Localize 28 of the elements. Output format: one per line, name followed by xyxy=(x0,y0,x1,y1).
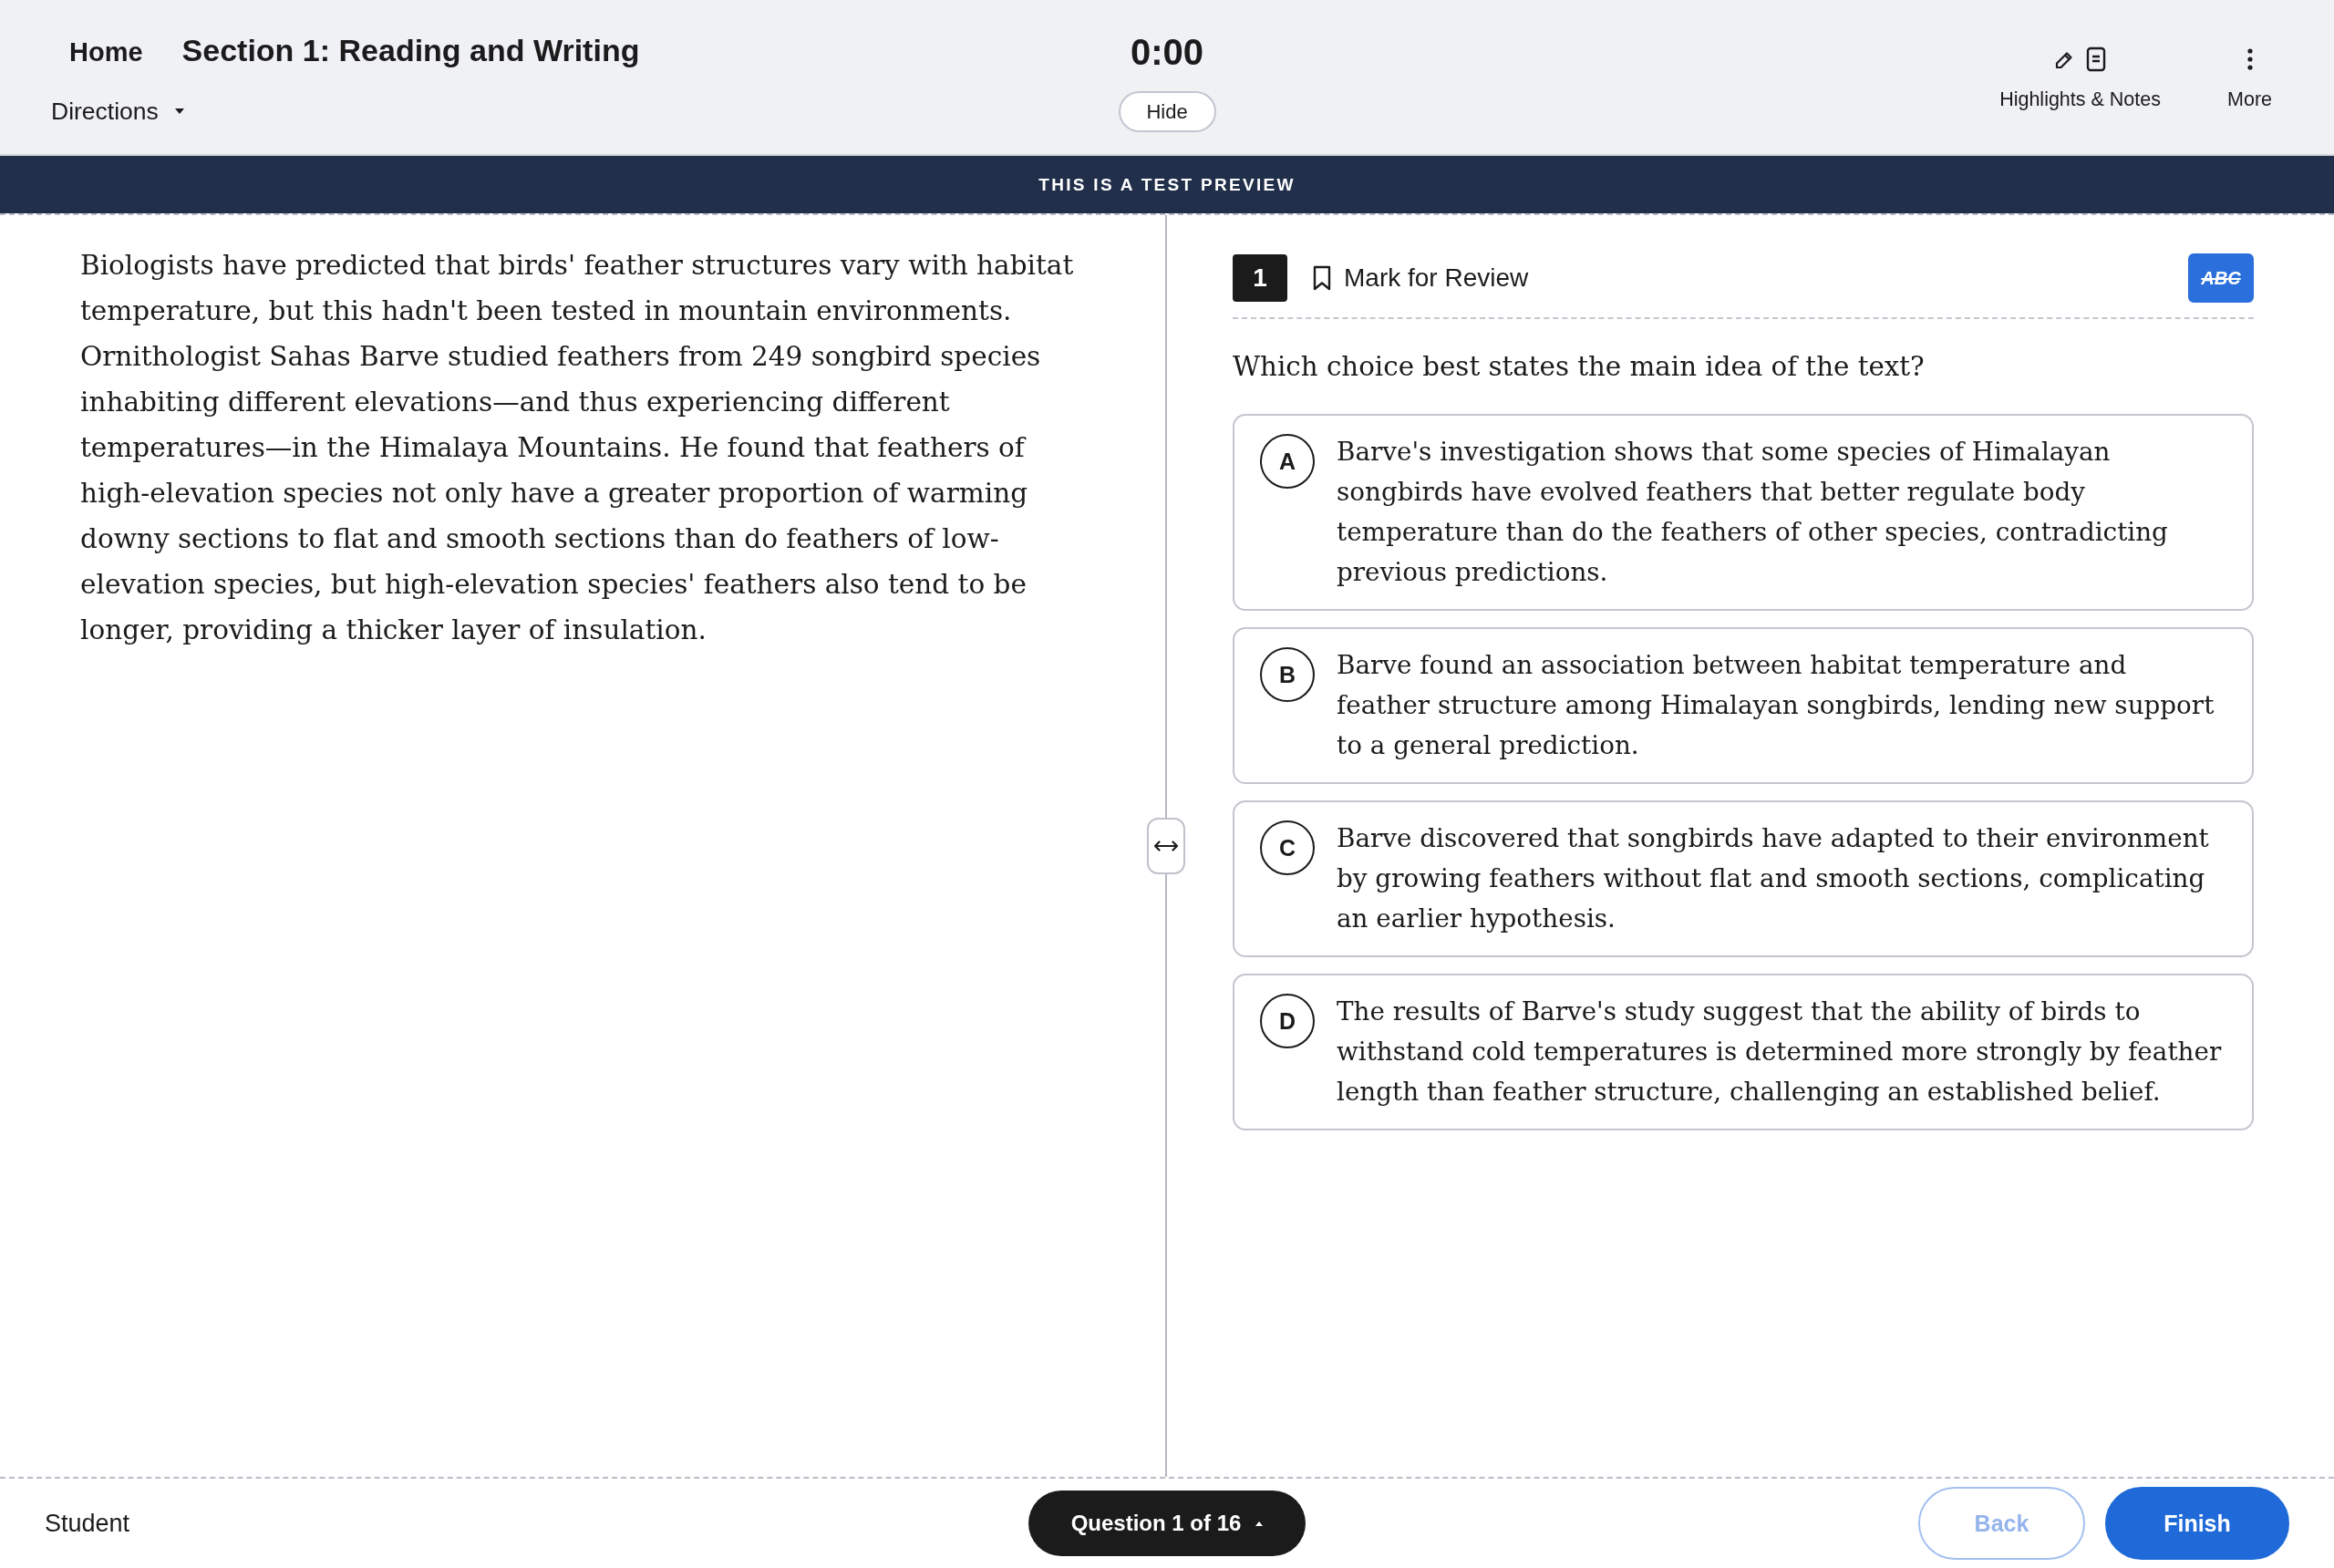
answer-choice[interactable]: C Barve discovered that songbirds have adapted to their environment by growing feathers without flat and smooth sections, complicating an earlier hypothesis. xyxy=(1233,800,2254,957)
question-prompt: Which choice best states the main idea of the text? xyxy=(1233,350,1926,384)
choice-letter: D xyxy=(1260,994,1315,1048)
home-link[interactable]: Home xyxy=(69,34,143,70)
answer-choice[interactable]: D The results of Barve's study suggest that the ability of birds to withstand cold temperatures is determined more strongly by feather length than feather structure, challenging an established belief. xyxy=(1233,974,2254,1130)
directions-dropdown[interactable]: Directions xyxy=(51,98,184,125)
hide-timer-button[interactable]: Hide xyxy=(1118,91,1216,132)
section-title: Section 1: Reading and Writing xyxy=(181,32,640,68)
choice-letter: B xyxy=(1260,647,1315,702)
answer-choice[interactable]: B Barve found an association between habitat temperature and feather structure among Himalayan songbirds, lending new support to a general prediction. xyxy=(1233,627,2254,784)
timer: 0:00 xyxy=(1130,31,1204,74)
highlights-notes-button[interactable]: Highlights & Notes xyxy=(1999,46,2161,111)
student-name: Student xyxy=(45,1509,130,1538)
cross-out-button[interactable]: ABC xyxy=(2188,253,2254,303)
more-button[interactable]: More xyxy=(2227,46,2272,111)
question-nav-button[interactable]: Question 1 of 16 xyxy=(1028,1491,1306,1556)
banner-text: THIS IS A TEST PREVIEW xyxy=(1038,174,1296,195)
double-arrow-icon xyxy=(1153,841,1179,851)
more-icon xyxy=(2246,48,2253,70)
passage-text: Biologists have predicted that birds' feather structures vary with habitat temperature, but this hadn't been tested in mountain environments. Ornithologist Sahas Barve studied feathers from 249 songbird species inhabiting different elevations—and thus experiencing different temperatures—in the Himalaya Mountains. He found that feathers of high-elevation species not only have a greater proportion of warming downy sections to flat and smooth sections than do feathers of low-elevation species, but high-elevation species' feathers also tend to be longer, providing a thicker layer of insulation. xyxy=(80,249,1075,647)
choice-letter: A xyxy=(1260,434,1315,489)
question-number: 1 xyxy=(1233,254,1287,302)
mark-for-review-button[interactable]: Mark for Review xyxy=(1313,263,1529,293)
finish-button[interactable]: Finish xyxy=(2105,1487,2289,1560)
note-icon xyxy=(2086,46,2107,72)
choice-letter: C xyxy=(1260,820,1315,875)
answer-choice[interactable]: A Barve's investigation shows that some species of Himalayan songbirds have evolved feathers that better regulate body temperature than do the feathers of other species, contradicting previous predictions. xyxy=(1233,414,2254,611)
resize-handle[interactable] xyxy=(1147,818,1185,874)
